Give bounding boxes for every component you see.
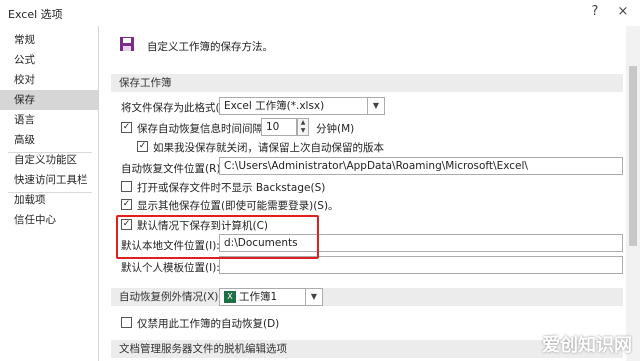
spin-up-icon[interactable]: ▲ (298, 119, 308, 127)
sidebar-item-formulas[interactable]: 公式 (0, 50, 98, 70)
keep-last-version-checkbox[interactable]: ✓ (137, 141, 148, 152)
watermark: 爱创知识网 (542, 335, 632, 356)
save-icon (120, 37, 134, 51)
sidebar-item-quick-access[interactable]: 快速访问工具栏 (0, 170, 98, 190)
page-heading: 自定义工作簿的保存方法。 (147, 41, 273, 53)
no-backstage-label: 打开或保存文件时不显示 Backstage(S) (137, 182, 326, 194)
disable-autorecover-label: 仅禁用此工作簿的自动恢复(D) (137, 318, 280, 330)
spin-down-icon[interactable]: ▼ (298, 127, 308, 135)
help-button[interactable]: ? (584, 2, 606, 22)
save-options-panel: 自定义工作簿的保存方法。 保存工作簿 将文件保存为此格式(F): Excel 工… (99, 26, 640, 361)
sidebar-item-proofing[interactable]: 校对 (0, 70, 98, 90)
minutes-label: 分钟(M) (316, 123, 355, 135)
section-save-workbooks: 保存工作簿 (111, 74, 623, 92)
autorecover-exceptions-row: 自动恢复例外情况(X): (111, 288, 623, 306)
no-backstage-checkbox[interactable] (121, 181, 132, 192)
recover-location-input[interactable]: C:\Users\Administrator\AppData\Roaming\M… (219, 157, 623, 175)
autorecover-exceptions-label: 自动恢复例外情况(X): (119, 291, 222, 303)
workbook-value: 工作簿1 (239, 291, 278, 303)
chevron-down-icon: ▼ (305, 289, 322, 305)
show-additional-places-checkbox[interactable]: ✓ (121, 199, 132, 210)
recover-location-label: 自动恢复文件位置(R): (121, 163, 225, 175)
show-additional-places-label: 显示其他保存位置(即使可能需要登录)(S)。 (137, 200, 339, 212)
autorecover-checkbox[interactable]: ✓ (121, 122, 132, 133)
title-bar: Excel 选项 ? × (0, 0, 640, 26)
sidebar-item-customize-ribbon[interactable]: 自定义功能区 (0, 150, 98, 170)
sidebar-item-trust-center[interactable]: 信任中心 (0, 210, 98, 230)
format-label: 将文件保存为此格式(F): (121, 102, 234, 114)
vertical-scrollbar[interactable] (626, 26, 640, 361)
sidebar-item-advanced[interactable]: 高级 (0, 130, 98, 150)
options-sidebar: 常规 公式 校对 保存 语言 高级 自定义功能区 快速访问工具栏 加载项 信任中… (0, 26, 99, 361)
sidebar-item-addins[interactable]: 加载项 (0, 190, 98, 210)
autorecover-minutes-input[interactable]: 10 (261, 118, 297, 136)
scrollbar-thumb[interactable] (629, 66, 637, 246)
autorecover-label: 保存自动恢复信息时间间隔(A) (137, 123, 279, 135)
sidebar-item-general[interactable]: 常规 (0, 30, 98, 50)
close-button[interactable]: × (612, 2, 634, 22)
highlight-annotation (116, 215, 319, 259)
window-title: Excel 选项 (8, 8, 63, 21)
personal-template-label: 默认个人模板位置(I): (121, 262, 220, 274)
excel-icon: X (224, 291, 236, 303)
format-value: Excel 工作簿(*.xlsx) (224, 100, 325, 112)
keep-last-version-label: 如果我没保存就关闭，请保留上次自动保留的版本 (153, 142, 384, 154)
workbook-dropdown[interactable]: X 工作簿1 ▼ (219, 288, 323, 306)
disable-autorecover-checkbox[interactable] (121, 317, 132, 328)
chevron-down-icon: ▼ (367, 98, 384, 114)
sidebar-item-save[interactable]: 保存 (0, 90, 98, 110)
sidebar-item-language[interactable]: 语言 (0, 110, 98, 130)
minutes-spinner[interactable]: ▲ ▼ (297, 118, 309, 136)
format-dropdown[interactable]: Excel 工作簿(*.xlsx) ▼ (219, 97, 385, 115)
